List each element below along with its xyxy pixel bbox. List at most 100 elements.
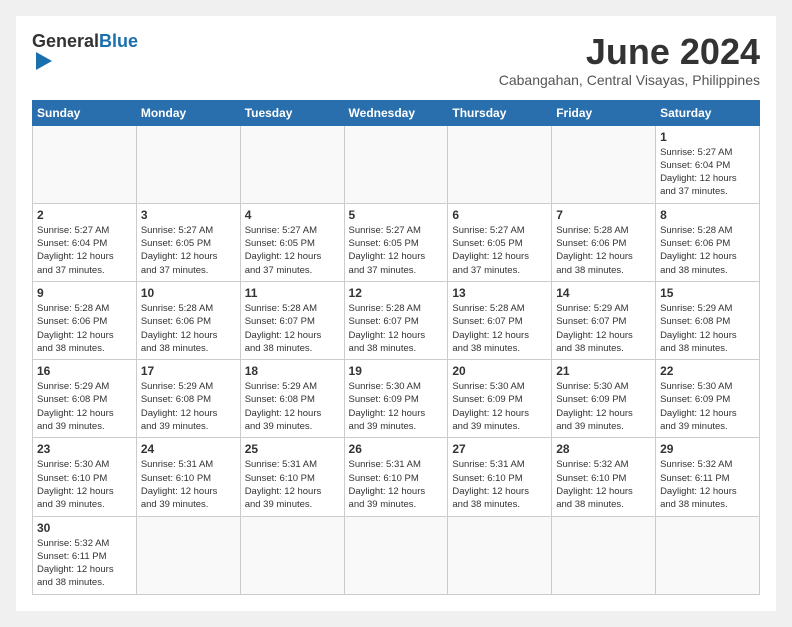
calendar-cell-w5d0: 30 Sunrise: 5:32 AM Sunset: 6:11 PM Dayli… — [33, 516, 137, 594]
header: General Blue June 2024 Cabangahan, Centr… — [32, 32, 760, 88]
calendar-cell-w3d6: 22Sunrise: 5:30 AM Sunset: 6:09 PM Dayli… — [656, 360, 760, 438]
day-number: 30 — [37, 521, 132, 535]
logo: General Blue — [32, 32, 138, 70]
day-info: Sunrise: 5:30 AM Sunset: 6:09 PM Dayligh… — [556, 380, 651, 433]
calendar-week-3: 16 Sunrise: 5:29 AM Sunset: 6:08 PM Dayli… — [33, 360, 760, 438]
logo-general: General — [32, 32, 99, 50]
calendar-cell-w0d5 — [552, 125, 656, 203]
calendar-cell-w4d0: 23Sunrise: 5:30 AM Sunset: 6:10 PM Dayli… — [33, 438, 137, 516]
day-info: Sunrise: 5:28 AM Sunset: 6:07 PM Dayligh… — [452, 302, 547, 355]
calendar-cell-w1d4: 6Sunrise: 5:27 AM Sunset: 6:05 PM Daylig… — [448, 203, 552, 281]
day-number: 16 — [37, 364, 132, 378]
weekday-header-sunday: Sunday — [33, 100, 137, 125]
day-info: Sunrise: 5:31 AM Sunset: 6:10 PM Dayligh… — [452, 458, 547, 511]
day-number: 24 — [141, 442, 236, 456]
day-number: 28 — [556, 442, 651, 456]
day-info: Sunrise: 5:32 AM Sunset: 6:10 PM Dayligh… — [556, 458, 651, 511]
day-info: Sunrise: 5:29 AM Sunset: 6:08 PM Dayligh… — [660, 302, 755, 355]
calendar-cell-w1d5: 7Sunrise: 5:28 AM Sunset: 6:06 PM Daylig… — [552, 203, 656, 281]
day-info: Sunrise: 5:28 AM Sunset: 6:06 PM Dayligh… — [556, 224, 651, 277]
day-info: Sunrise: 5:28 AM Sunset: 6:07 PM Dayligh… — [245, 302, 340, 355]
calendar-cell-w0d1 — [136, 125, 240, 203]
calendar-cell-w5d6 — [656, 516, 760, 594]
weekday-header-friday: Friday — [552, 100, 656, 125]
day-info: Sunrise: 5:28 AM Sunset: 6:06 PM Dayligh… — [37, 302, 132, 355]
day-number: 22 — [660, 364, 755, 378]
calendar-cell-w0d4 — [448, 125, 552, 203]
day-info: Sunrise: 5:29 AM Sunset: 6:08 PM Dayligh… — [37, 380, 132, 433]
calendar-cell-w4d1: 24 Sunrise: 5:31 AM Sunset: 6:10 PM Dayli… — [136, 438, 240, 516]
calendar-cell-w3d5: 21Sunrise: 5:30 AM Sunset: 6:09 PM Dayli… — [552, 360, 656, 438]
day-info: Sunrise: 5:28 AM Sunset: 6:06 PM Dayligh… — [660, 224, 755, 277]
calendar-cell-w4d4: 27 Sunrise: 5:31 AM Sunset: 6:10 PM Dayli… — [448, 438, 552, 516]
calendar-cell-w2d2: 11Sunrise: 5:28 AM Sunset: 6:07 PM Dayli… — [240, 281, 344, 359]
day-number: 4 — [245, 208, 340, 222]
calendar-cell-w0d6: 1 Sunrise: 5:27 AM Sunset: 6:04 PM Daylig… — [656, 125, 760, 203]
calendar-cell-w0d2 — [240, 125, 344, 203]
day-info: Sunrise: 5:29 AM Sunset: 6:08 PM Dayligh… — [245, 380, 340, 433]
weekday-header-saturday: Saturday — [656, 100, 760, 125]
day-number: 10 — [141, 286, 236, 300]
calendar-cell-w2d1: 10 Sunrise: 5:28 AM Sunset: 6:06 PM Dayli… — [136, 281, 240, 359]
calendar-week-5: 30 Sunrise: 5:32 AM Sunset: 6:11 PM Dayli… — [33, 516, 760, 594]
day-info: Sunrise: 5:30 AM Sunset: 6:09 PM Dayligh… — [452, 380, 547, 433]
day-number: 26 — [349, 442, 444, 456]
calendar-cell-w1d3: 5 Sunrise: 5:27 AM Sunset: 6:05 PM Daylig… — [344, 203, 448, 281]
day-info: Sunrise: 5:27 AM Sunset: 6:05 PM Dayligh… — [245, 224, 340, 277]
calendar-cell-w3d3: 19Sunrise: 5:30 AM Sunset: 6:09 PM Dayli… — [344, 360, 448, 438]
calendar-cell-w3d1: 17 Sunrise: 5:29 AM Sunset: 6:08 PM Dayli… — [136, 360, 240, 438]
calendar-cell-w5d3 — [344, 516, 448, 594]
day-info: Sunrise: 5:27 AM Sunset: 6:04 PM Dayligh… — [37, 224, 132, 277]
day-number: 14 — [556, 286, 651, 300]
day-number: 1 — [660, 130, 755, 144]
calendar-cell-w0d0 — [33, 125, 137, 203]
weekday-header-tuesday: Tuesday — [240, 100, 344, 125]
calendar-cell-w4d2: 25Sunrise: 5:31 AM Sunset: 6:10 PM Dayli… — [240, 438, 344, 516]
calendar-cell-w4d3: 26 Sunrise: 5:31 AM Sunset: 6:10 PM Dayli… — [344, 438, 448, 516]
day-info: Sunrise: 5:31 AM Sunset: 6:10 PM Dayligh… — [349, 458, 444, 511]
logo-blue: Blue — [99, 32, 138, 50]
weekday-header-row: SundayMondayTuesdayWednesdayThursdayFrid… — [33, 100, 760, 125]
day-info: Sunrise: 5:32 AM Sunset: 6:11 PM Dayligh… — [660, 458, 755, 511]
day-number: 3 — [141, 208, 236, 222]
day-info: Sunrise: 5:32 AM Sunset: 6:11 PM Dayligh… — [37, 537, 132, 590]
calendar-cell-w5d2 — [240, 516, 344, 594]
day-info: Sunrise: 5:27 AM Sunset: 6:05 PM Dayligh… — [141, 224, 236, 277]
day-number: 27 — [452, 442, 547, 456]
weekday-header-wednesday: Wednesday — [344, 100, 448, 125]
calendar-cell-w2d4: 13 Sunrise: 5:28 AM Sunset: 6:07 PM Dayli… — [448, 281, 552, 359]
weekday-header-monday: Monday — [136, 100, 240, 125]
day-number: 5 — [349, 208, 444, 222]
day-info: Sunrise: 5:27 AM Sunset: 6:05 PM Dayligh… — [349, 224, 444, 277]
calendar-cell-w4d5: 28 Sunrise: 5:32 AM Sunset: 6:10 PM Dayli… — [552, 438, 656, 516]
location-title: Cabangahan, Central Visayas, Philippines — [499, 72, 760, 88]
calendar-cell-w3d4: 20 Sunrise: 5:30 AM Sunset: 6:09 PM Dayli… — [448, 360, 552, 438]
day-number: 18 — [245, 364, 340, 378]
calendar-cell-w1d0: 2Sunrise: 5:27 AM Sunset: 6:04 PM Daylig… — [33, 203, 137, 281]
calendar-cell-w2d5: 14Sunrise: 5:29 AM Sunset: 6:07 PM Dayli… — [552, 281, 656, 359]
calendar-cell-w1d2: 4 Sunrise: 5:27 AM Sunset: 6:05 PM Daylig… — [240, 203, 344, 281]
day-info: Sunrise: 5:31 AM Sunset: 6:10 PM Dayligh… — [245, 458, 340, 511]
day-number: 6 — [452, 208, 547, 222]
calendar-week-0: 1 Sunrise: 5:27 AM Sunset: 6:04 PM Daylig… — [33, 125, 760, 203]
calendar-table: SundayMondayTuesdayWednesdayThursdayFrid… — [32, 100, 760, 595]
day-info: Sunrise: 5:28 AM Sunset: 6:06 PM Dayligh… — [141, 302, 236, 355]
month-title: June 2024 — [499, 32, 760, 72]
day-number: 20 — [452, 364, 547, 378]
day-info: Sunrise: 5:27 AM Sunset: 6:04 PM Dayligh… — [660, 146, 755, 199]
calendar-cell-w1d6: 8Sunrise: 5:28 AM Sunset: 6:06 PM Daylig… — [656, 203, 760, 281]
day-number: 13 — [452, 286, 547, 300]
calendar-cell-w3d2: 18 Sunrise: 5:29 AM Sunset: 6:08 PM Dayli… — [240, 360, 344, 438]
day-number: 12 — [349, 286, 444, 300]
calendar-cell-w5d1 — [136, 516, 240, 594]
logo-triangle-icon — [36, 52, 52, 70]
day-info: Sunrise: 5:28 AM Sunset: 6:07 PM Dayligh… — [349, 302, 444, 355]
day-number: 17 — [141, 364, 236, 378]
day-info: Sunrise: 5:29 AM Sunset: 6:08 PM Dayligh… — [141, 380, 236, 433]
calendar-week-4: 23Sunrise: 5:30 AM Sunset: 6:10 PM Dayli… — [33, 438, 760, 516]
calendar-week-2: 9 Sunrise: 5:28 AM Sunset: 6:06 PM Daylig… — [33, 281, 760, 359]
day-number: 9 — [37, 286, 132, 300]
calendar-cell-w5d5 — [552, 516, 656, 594]
day-info: Sunrise: 5:30 AM Sunset: 6:10 PM Dayligh… — [37, 458, 132, 511]
day-info: Sunrise: 5:31 AM Sunset: 6:10 PM Dayligh… — [141, 458, 236, 511]
